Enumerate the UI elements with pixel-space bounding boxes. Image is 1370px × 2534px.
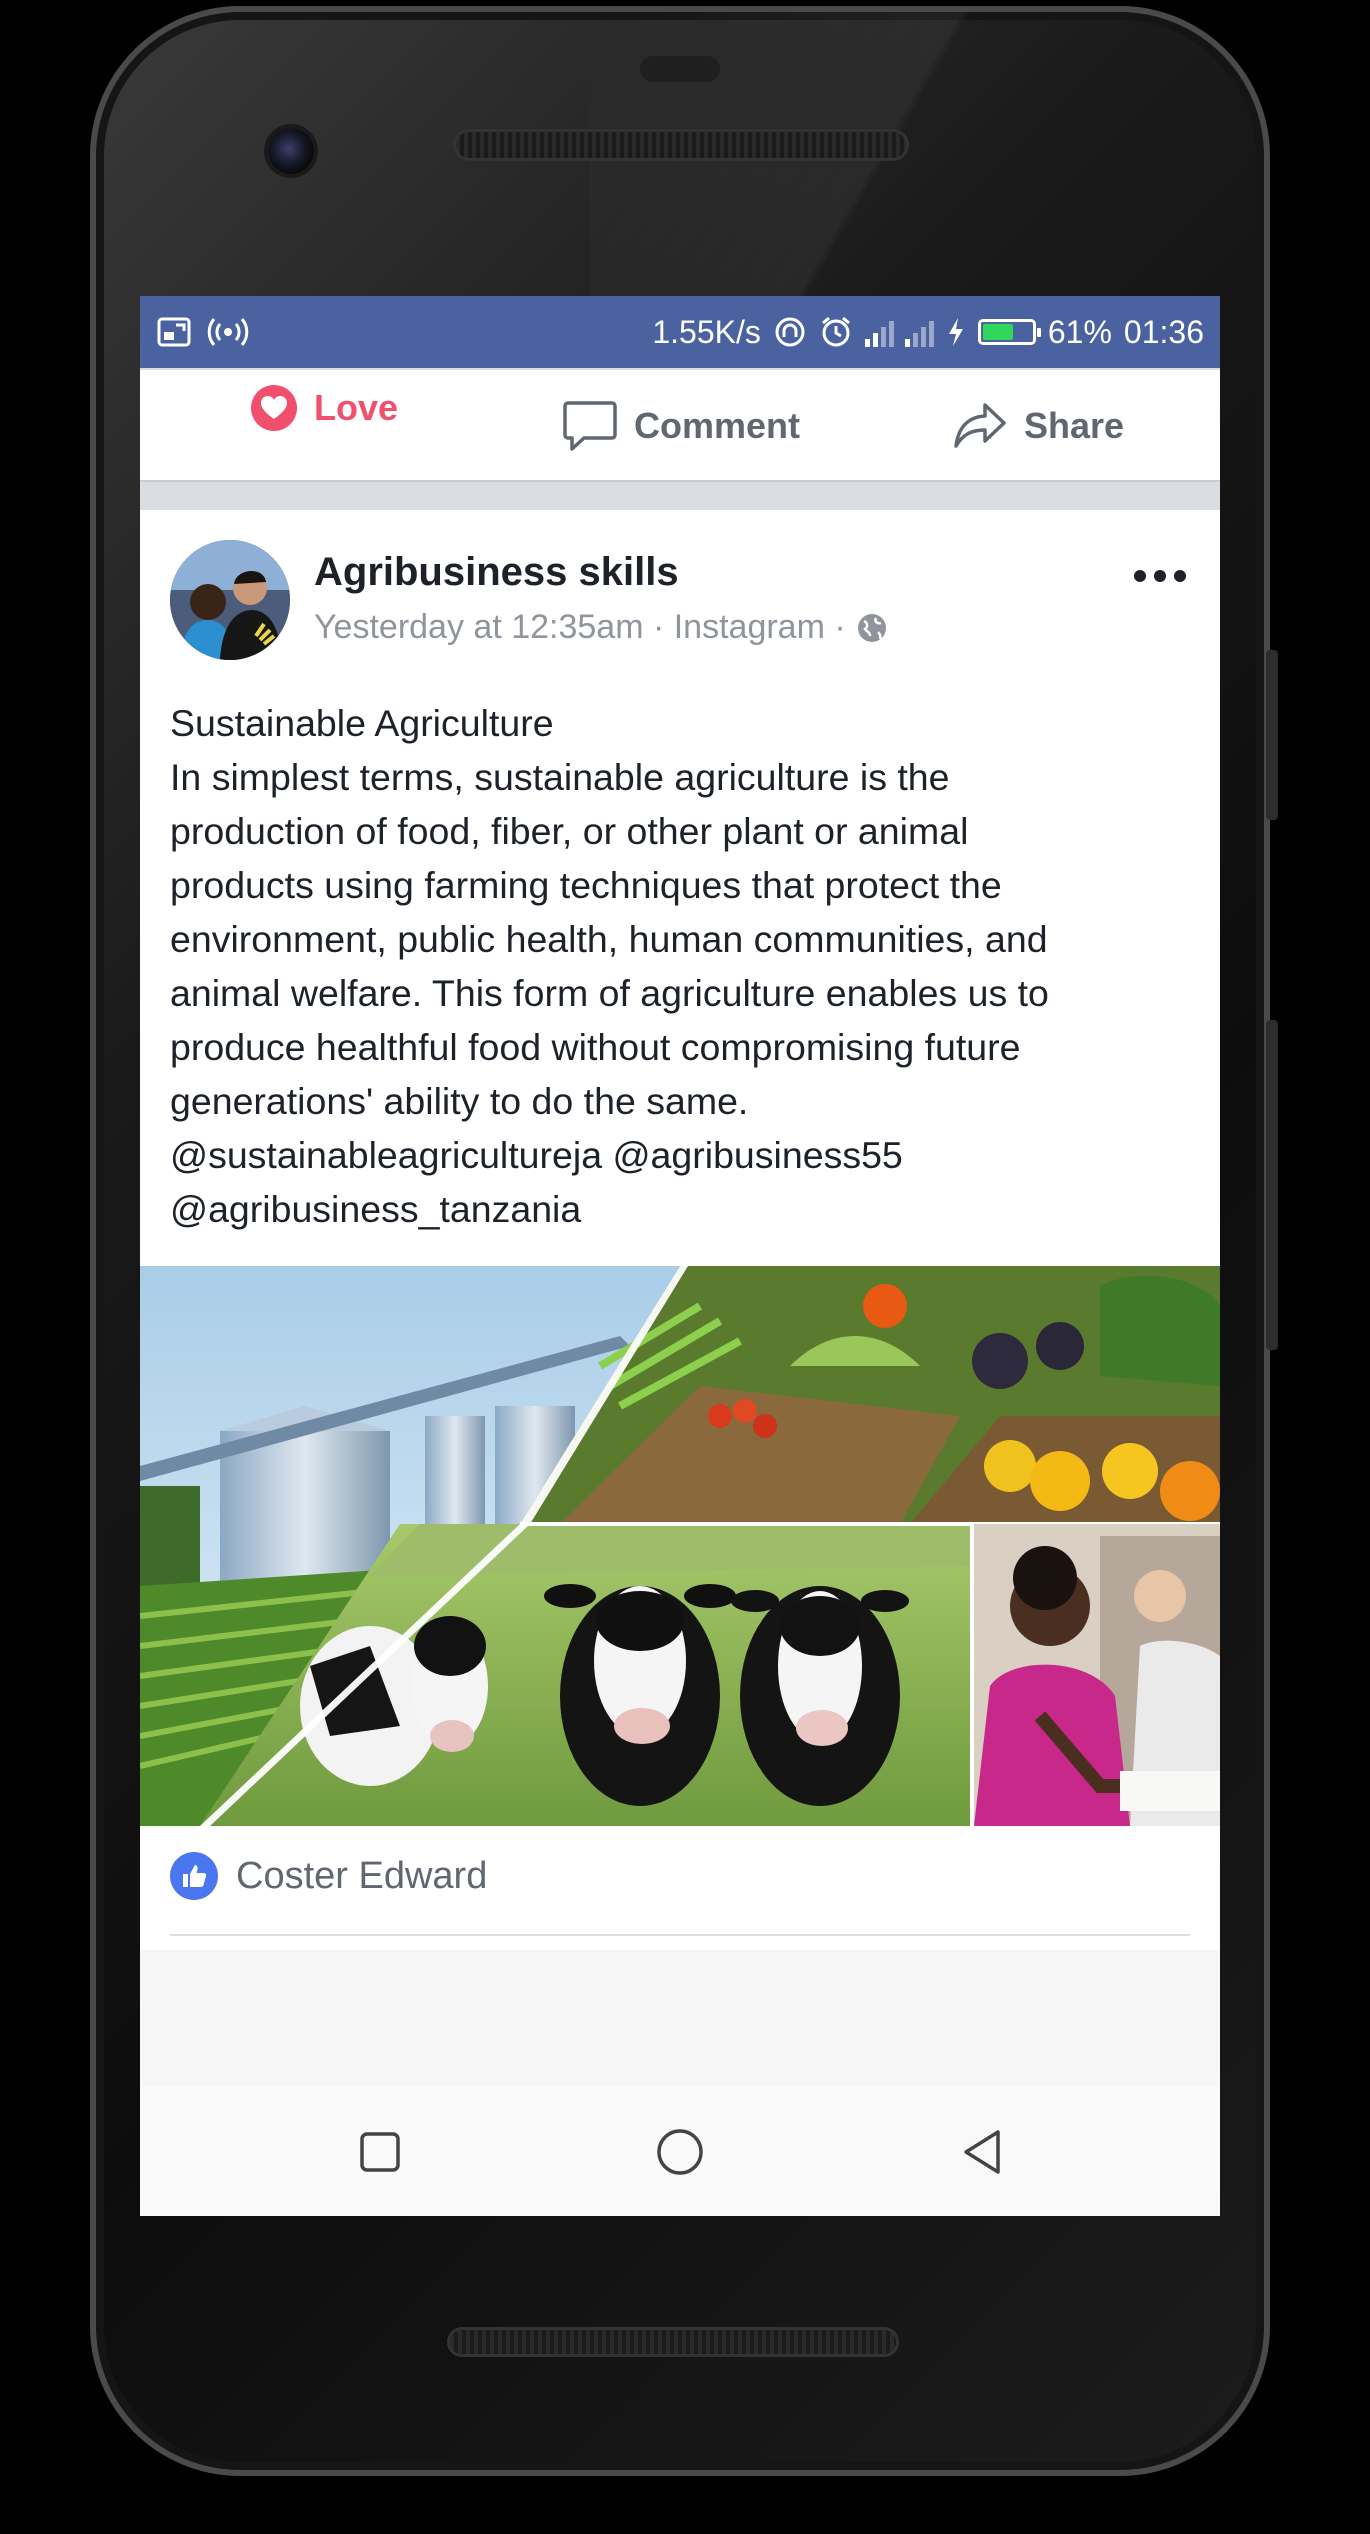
alarm-icon — [821, 316, 850, 347]
back-icon — [964, 2130, 1000, 2174]
post-meta: Yesterday at 12:35am · Instagram · — [314, 608, 888, 647]
recents-icon — [360, 2132, 400, 2172]
post-line: products using farming techniques that p… — [170, 864, 1002, 906]
more-dot — [1154, 570, 1166, 582]
globe-icon — [857, 613, 886, 642]
love-label: Love — [314, 387, 399, 428]
heart-icon — [251, 385, 297, 431]
home-button[interactable] — [652, 2124, 708, 2180]
earpiece-speaker — [456, 132, 906, 158]
more-dot — [1174, 570, 1186, 582]
love-button[interactable]: Love — [250, 352, 398, 464]
feed-separator — [140, 480, 1220, 510]
proximity-sensor — [640, 56, 720, 82]
back-button[interactable] — [954, 2124, 1010, 2180]
post-author[interactable]: Agribusiness skills — [314, 550, 679, 595]
screen: 1.55K/s 61% 01:36 Love Comment Share Agr… — [140, 296, 1220, 2216]
post-timestamp[interactable]: Yesterday at 12:35am · Instagram · — [314, 608, 846, 647]
agriculture-collage — [140, 1266, 1220, 1826]
avatar-image — [170, 540, 290, 660]
post-body: Sustainable Agriculture In simplest term… — [170, 696, 1190, 1236]
bottom-speaker — [450, 2330, 896, 2354]
feed-post: Agribusiness skills Yesterday at 12:35am… — [140, 510, 1220, 1950]
comment-label: Comment — [634, 405, 801, 446]
divider — [170, 1934, 1190, 1936]
front-camera — [268, 128, 314, 174]
post-line: produce healthful food without compromis… — [170, 1026, 1021, 1068]
volume-button — [1266, 650, 1278, 820]
power-button — [1266, 1020, 1278, 1350]
post-line: production of food, fiber, or other plan… — [170, 810, 969, 852]
recents-button[interactable] — [352, 2124, 408, 2180]
reactor-name: Coster Edward — [236, 1854, 488, 1897]
like-icon — [170, 1852, 218, 1900]
home-icon — [657, 2129, 703, 2175]
share-label: Share — [1024, 405, 1125, 446]
hotspot-icon — [207, 318, 249, 346]
share-icon — [954, 403, 1006, 448]
avatar[interactable] — [170, 540, 290, 660]
navigation-bar — [140, 2086, 1220, 2216]
mention-link[interactable]: @agribusiness_tanzania — [170, 1182, 1190, 1236]
post-line: Sustainable Agriculture — [170, 702, 554, 744]
more-options-button[interactable] — [1134, 570, 1186, 582]
data-saver-icon — [775, 317, 805, 347]
mention-links[interactable]: @sustainableagricultureja @agribusiness5… — [170, 1128, 1190, 1182]
screenshot-icon — [157, 317, 191, 347]
network-speed: 1.55K/s — [652, 313, 761, 350]
battery-percent: 61% — [1047, 313, 1112, 350]
share-button[interactable]: Share — [952, 370, 1124, 482]
post-line: generations' ability to do the same. — [170, 1080, 749, 1122]
charging-icon — [948, 318, 963, 346]
comment-icon — [563, 401, 617, 451]
post-line: animal welfare. This form of agriculture… — [170, 972, 1049, 1014]
clock: 01:36 — [1123, 313, 1204, 350]
post-line: environment, public health, human commun… — [170, 918, 1048, 960]
reactions-summary[interactable]: Coster Edward — [170, 1852, 487, 1900]
signal-icon — [864, 317, 934, 347]
post-image[interactable] — [140, 1266, 1220, 1826]
post-line: In simplest terms, sustainable agricultu… — [170, 756, 950, 798]
more-dot — [1134, 570, 1146, 582]
battery-icon — [977, 319, 1041, 345]
post-action-bar: Love Comment Share — [140, 368, 1220, 482]
comment-button[interactable]: Comment — [562, 370, 800, 482]
